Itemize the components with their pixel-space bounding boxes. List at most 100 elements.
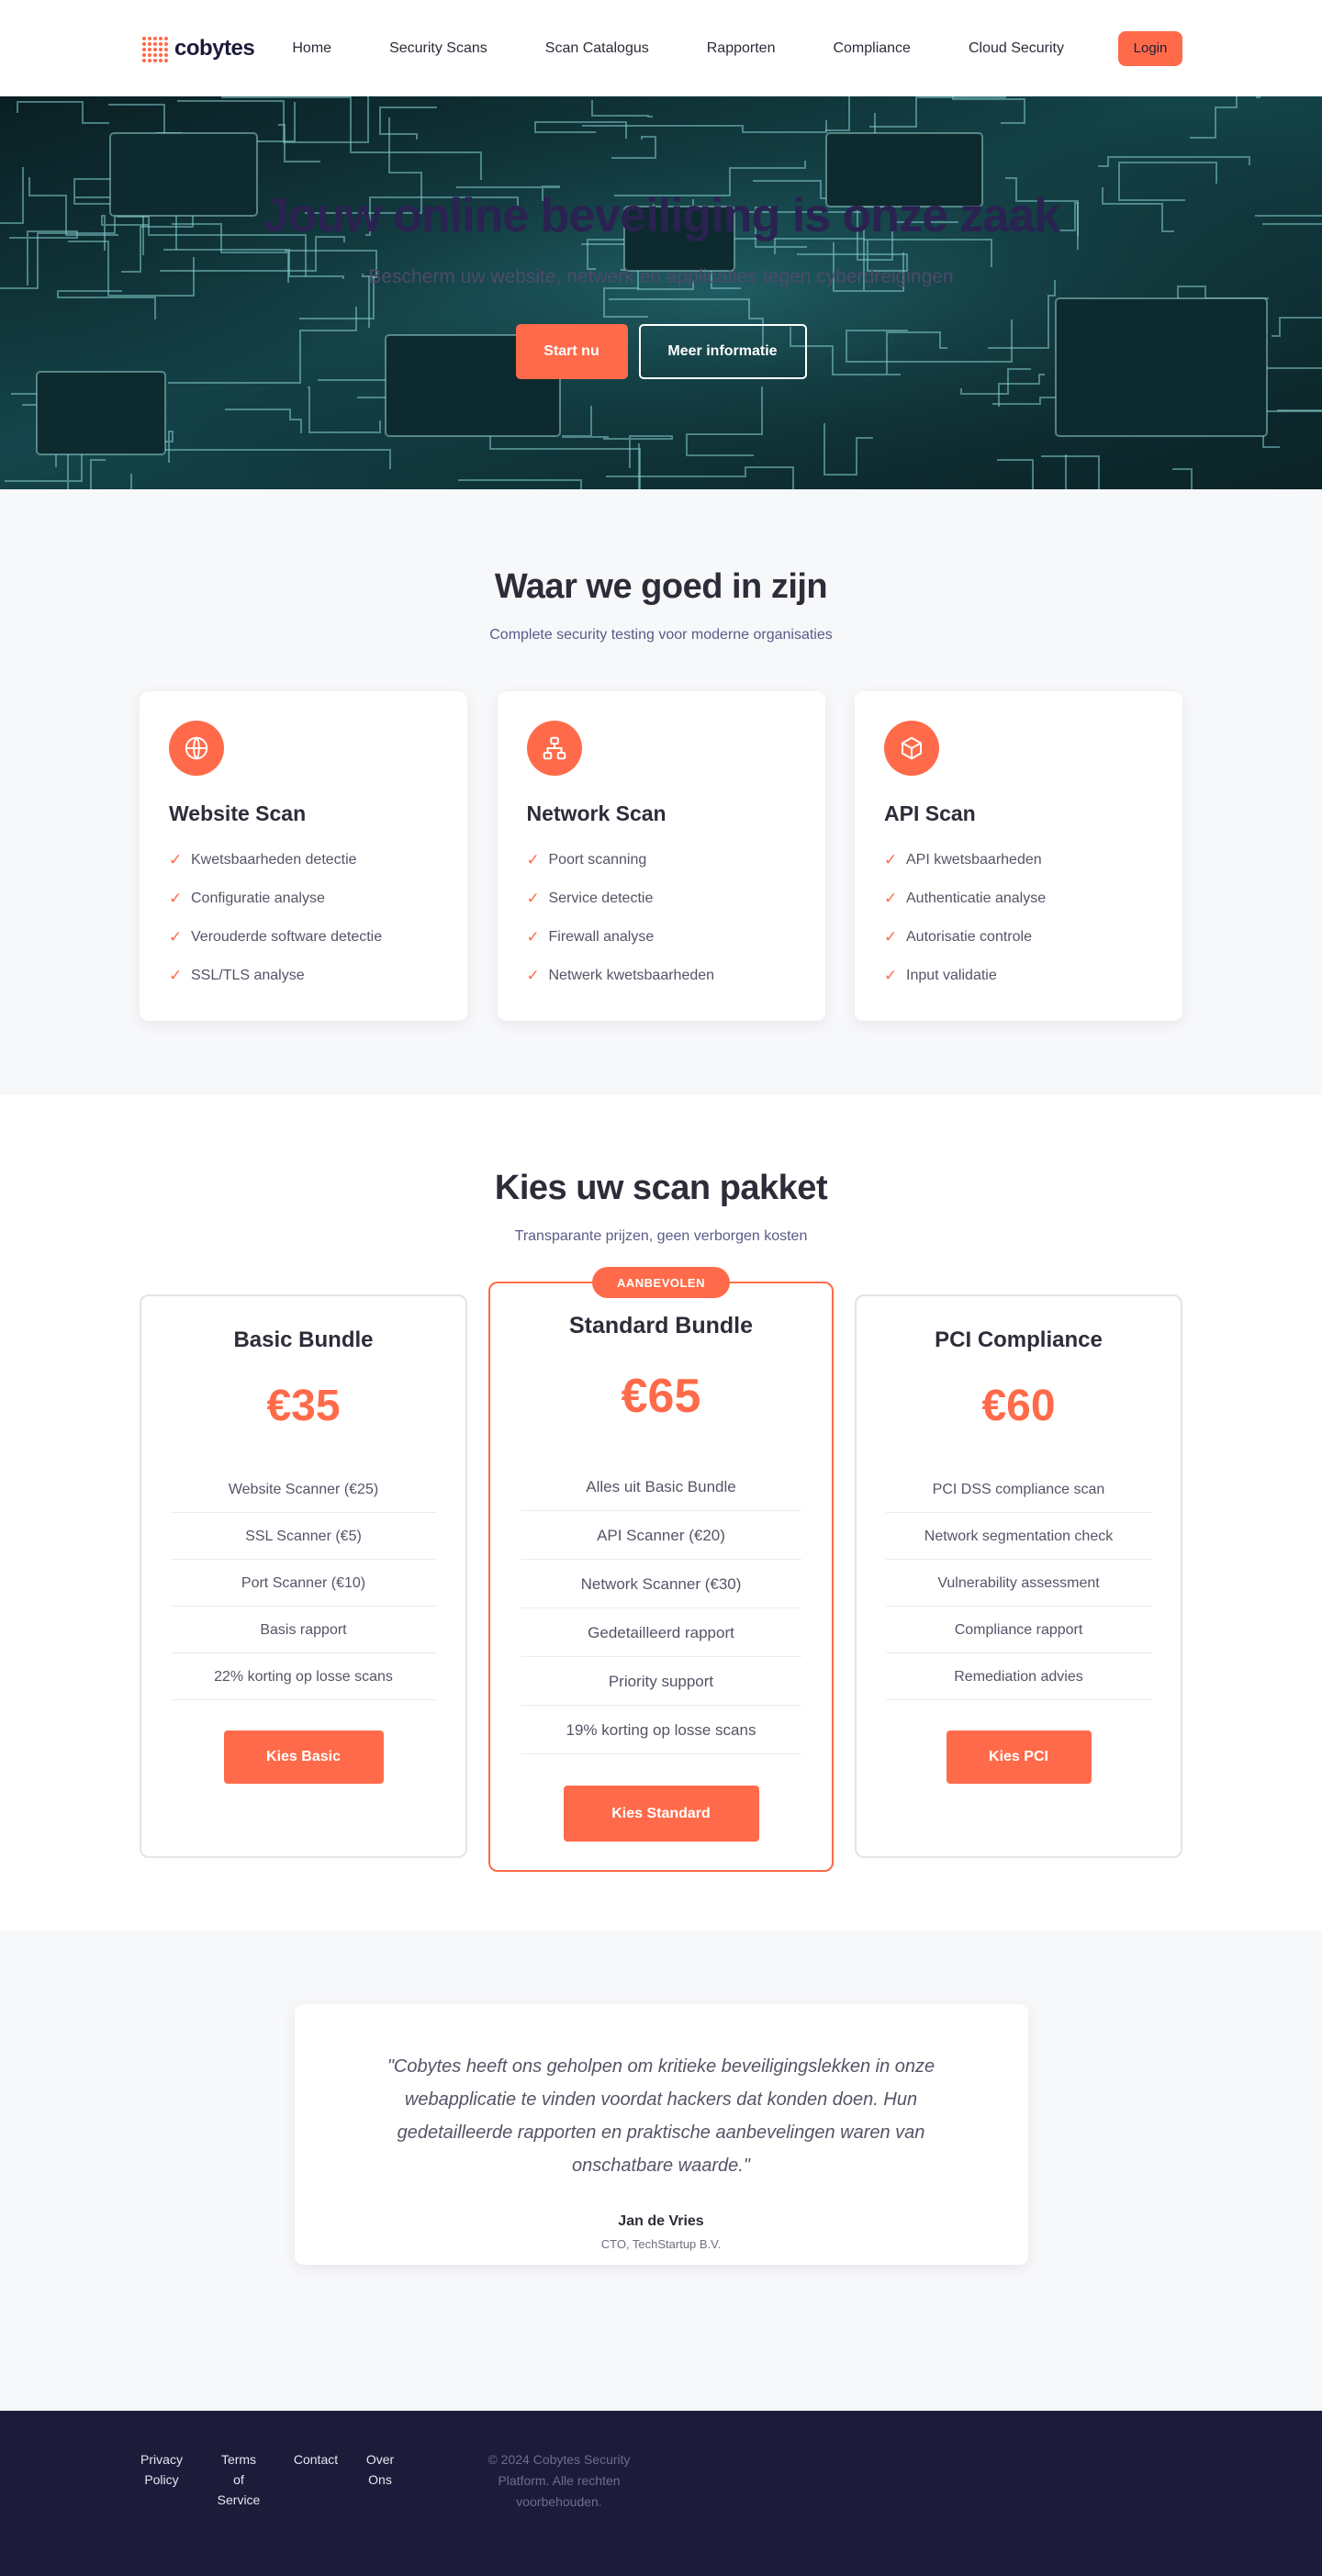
plan-name: Standard Bundle (568, 1313, 753, 1338)
plan-price: €35 (266, 1382, 341, 1430)
service-feature-list: ✓ Kwetsbaarheden detectie ✓ Configuratie a… (169, 841, 438, 995)
logo-dots-icon (140, 34, 169, 63)
service-card-api: API Scan ✓ API kwetsbaarheden ✓ Authentica… (855, 691, 1182, 1021)
testimonial-quote: "Cobytes heeft ons geholpen om kritieke … (387, 2056, 935, 2176)
nav-link-scan-catalogus[interactable]: Scan Catalogus (545, 40, 649, 57)
list-item: ✓ Input validatie (884, 957, 1153, 995)
list-item: PCI DSS compliance scan (885, 1466, 1152, 1513)
check-icon: ✓ (526, 890, 540, 907)
nav-link-home[interactable]: Home (292, 40, 331, 57)
plan-name: Basic Bundle (233, 1327, 374, 1352)
feature-label: Poort scanning (548, 852, 647, 868)
globe-icon (169, 721, 224, 776)
feature-label: Firewall analyse (548, 929, 655, 945)
list-item: Network Scanner (€30) (521, 1560, 801, 1608)
hero-subtitle: Bescherm uw website, netwerk en applicat… (368, 266, 954, 287)
plan-price: €65 (621, 1370, 701, 1423)
pricing-grid: Basic Bundle €35 Website Scanner (€25) S… (140, 1267, 1182, 1875)
choose-standard-button[interactable]: Kies Standard (563, 1786, 759, 1842)
list-item: Vulnerability assessment (885, 1560, 1152, 1607)
check-icon: ✓ (526, 928, 540, 946)
start-now-button[interactable]: Start nu (515, 324, 628, 379)
pricing-subtitle: Transparante prijzen, geen verborgen kos… (514, 1228, 808, 1244)
list-item: SSL Scanner (€5) (170, 1513, 437, 1560)
feature-label: Verouderde software detectie (191, 929, 383, 945)
logo-text: cobytes (174, 35, 255, 61)
testimonial-role: CTO, TechStartup B.V. (600, 2237, 722, 2251)
nav-link-compliance[interactable]: Compliance (833, 40, 910, 57)
more-info-button[interactable]: Meer informatie (638, 324, 807, 379)
testimonial-section: "Cobytes heeft ons geholpen om kritieke … (0, 1931, 1322, 2411)
check-icon: ✓ (169, 967, 183, 984)
footer: Privacy Policy Terms of Service Contact … (0, 2411, 1322, 2576)
list-item: ✓ Configuratie analyse (169, 879, 438, 918)
services-grid: Website Scan ✓ Kwetsbaarheden detectie ✓ C… (140, 691, 1182, 1021)
list-item: ✓ Autorisatie controle (884, 918, 1153, 957)
check-icon: ✓ (526, 851, 540, 868)
list-item: ✓ SSL/TLS analyse (169, 957, 438, 995)
pricing-section: Kies uw scan pakket Transparante prijzen… (0, 1095, 1322, 1931)
pricing-card-basic: Basic Bundle €35 Website Scanner (€25) S… (140, 1294, 467, 1858)
hero-section: Jouw online beveiliging is onze zaak Bes… (0, 96, 1322, 489)
top-navigation: cobytes Home Security Scans Scan Catalog… (0, 0, 1322, 96)
service-card-website: Website Scan ✓ Kwetsbaarheden detectie ✓ C… (140, 691, 467, 1021)
list-item: Network segmentation check (885, 1513, 1152, 1560)
plan-feature-list: PCI DSS compliance scan Network segmenta… (885, 1466, 1152, 1700)
choose-pci-button[interactable]: Kies PCI (946, 1730, 1092, 1784)
service-title: API Scan (884, 801, 976, 825)
plan-feature-list: Alles uit Basic Bundle API Scanner (€20)… (521, 1462, 801, 1754)
nav-link-cloud-security[interactable]: Cloud Security (969, 40, 1064, 57)
recommended-badge: AANBEVOLEN (592, 1267, 730, 1298)
nav-link-rapporten[interactable]: Rapporten (707, 40, 776, 57)
check-icon: ✓ (526, 967, 540, 984)
service-title: Website Scan (169, 801, 307, 825)
pricing-card-standard: AANBEVOLEN Standard Bundle €65 Alles uit… (488, 1267, 834, 1872)
feature-label: Service detectie (548, 890, 654, 906)
list-item: Port Scanner (€10) (170, 1560, 437, 1607)
choose-basic-button[interactable]: Kies Basic (223, 1730, 384, 1784)
plan-feature-list: Website Scanner (€25) SSL Scanner (€5) P… (170, 1466, 437, 1700)
list-item: ✓ Authenticatie analyse (884, 879, 1153, 918)
logo[interactable]: cobytes (140, 34, 255, 63)
footer-link-terms[interactable]: Terms of Service (215, 2449, 263, 2510)
service-feature-list: ✓ API kwetsbaarheden ✓ Authenticatie analy… (884, 841, 1153, 995)
services-subtitle: Complete security testing voor moderne o… (489, 627, 833, 643)
services-title: Waar we goed in zijn (494, 567, 828, 606)
hero-title: Jouw online beveiliging is onze zaak (262, 189, 1060, 242)
feature-label: Input validatie (906, 968, 997, 983)
login-button[interactable]: Login (1118, 30, 1182, 66)
check-icon: ✓ (169, 928, 183, 946)
check-icon: ✓ (169, 890, 183, 907)
service-feature-list: ✓ Poort scanning ✓ Service detectie ✓ Firew… (527, 841, 796, 995)
list-item: Compliance rapport (885, 1607, 1152, 1653)
list-item: Priority support (521, 1657, 801, 1706)
feature-label: Configuratie analyse (191, 890, 325, 906)
list-item: ✓ Verouderde software detectie (169, 918, 438, 957)
feature-label: Authenticatie analyse (906, 890, 1047, 906)
service-card-network: Network Scan ✓ Poort scanning ✓ Service de… (497, 691, 825, 1021)
list-item: Remediation advies (885, 1653, 1152, 1700)
testimonial-card: "Cobytes heeft ons geholpen om kritieke … (294, 2004, 1028, 2265)
feature-label: Kwetsbaarheden detectie (191, 852, 357, 868)
footer-link-contact[interactable]: Contact (290, 2449, 342, 2470)
footer-link-over-ons[interactable]: Over Ons (365, 2449, 395, 2490)
footer-link-privacy[interactable]: Privacy Policy (140, 2449, 184, 2490)
footer-container: Privacy Policy Terms of Service Contact … (140, 2449, 1182, 2513)
testimonial-author: Jan de Vries (618, 2213, 704, 2229)
list-item: API Scanner (€20) (521, 1511, 801, 1560)
list-item: ✓ API kwetsbaarheden (884, 841, 1153, 879)
pricing-card-pci: PCI Compliance €60 PCI DSS compliance sc… (855, 1294, 1182, 1858)
service-title: Network Scan (526, 801, 667, 825)
list-item: ✓ Firewall analyse (527, 918, 796, 957)
list-item: ✓ Kwetsbaarheden detectie (169, 841, 438, 879)
feature-label: API kwetsbaarheden (906, 852, 1042, 868)
check-icon: ✓ (884, 928, 898, 946)
copyright-text: © 2024 Cobytes Security Platform. Alle r… (487, 2452, 631, 2509)
list-item: 22% korting op losse scans (170, 1653, 437, 1700)
nav-link-security-scans[interactable]: Security Scans (389, 40, 487, 57)
hero-content: Jouw online beveiliging is onze zaak Bes… (0, 96, 1322, 489)
list-item: ✓ Poort scanning (527, 841, 796, 879)
nav-links: Home Security Scans Scan Catalogus Rappo… (292, 30, 1182, 66)
feature-label: SSL/TLS analyse (191, 968, 305, 983)
feature-label: Autorisatie controle (906, 929, 1032, 945)
